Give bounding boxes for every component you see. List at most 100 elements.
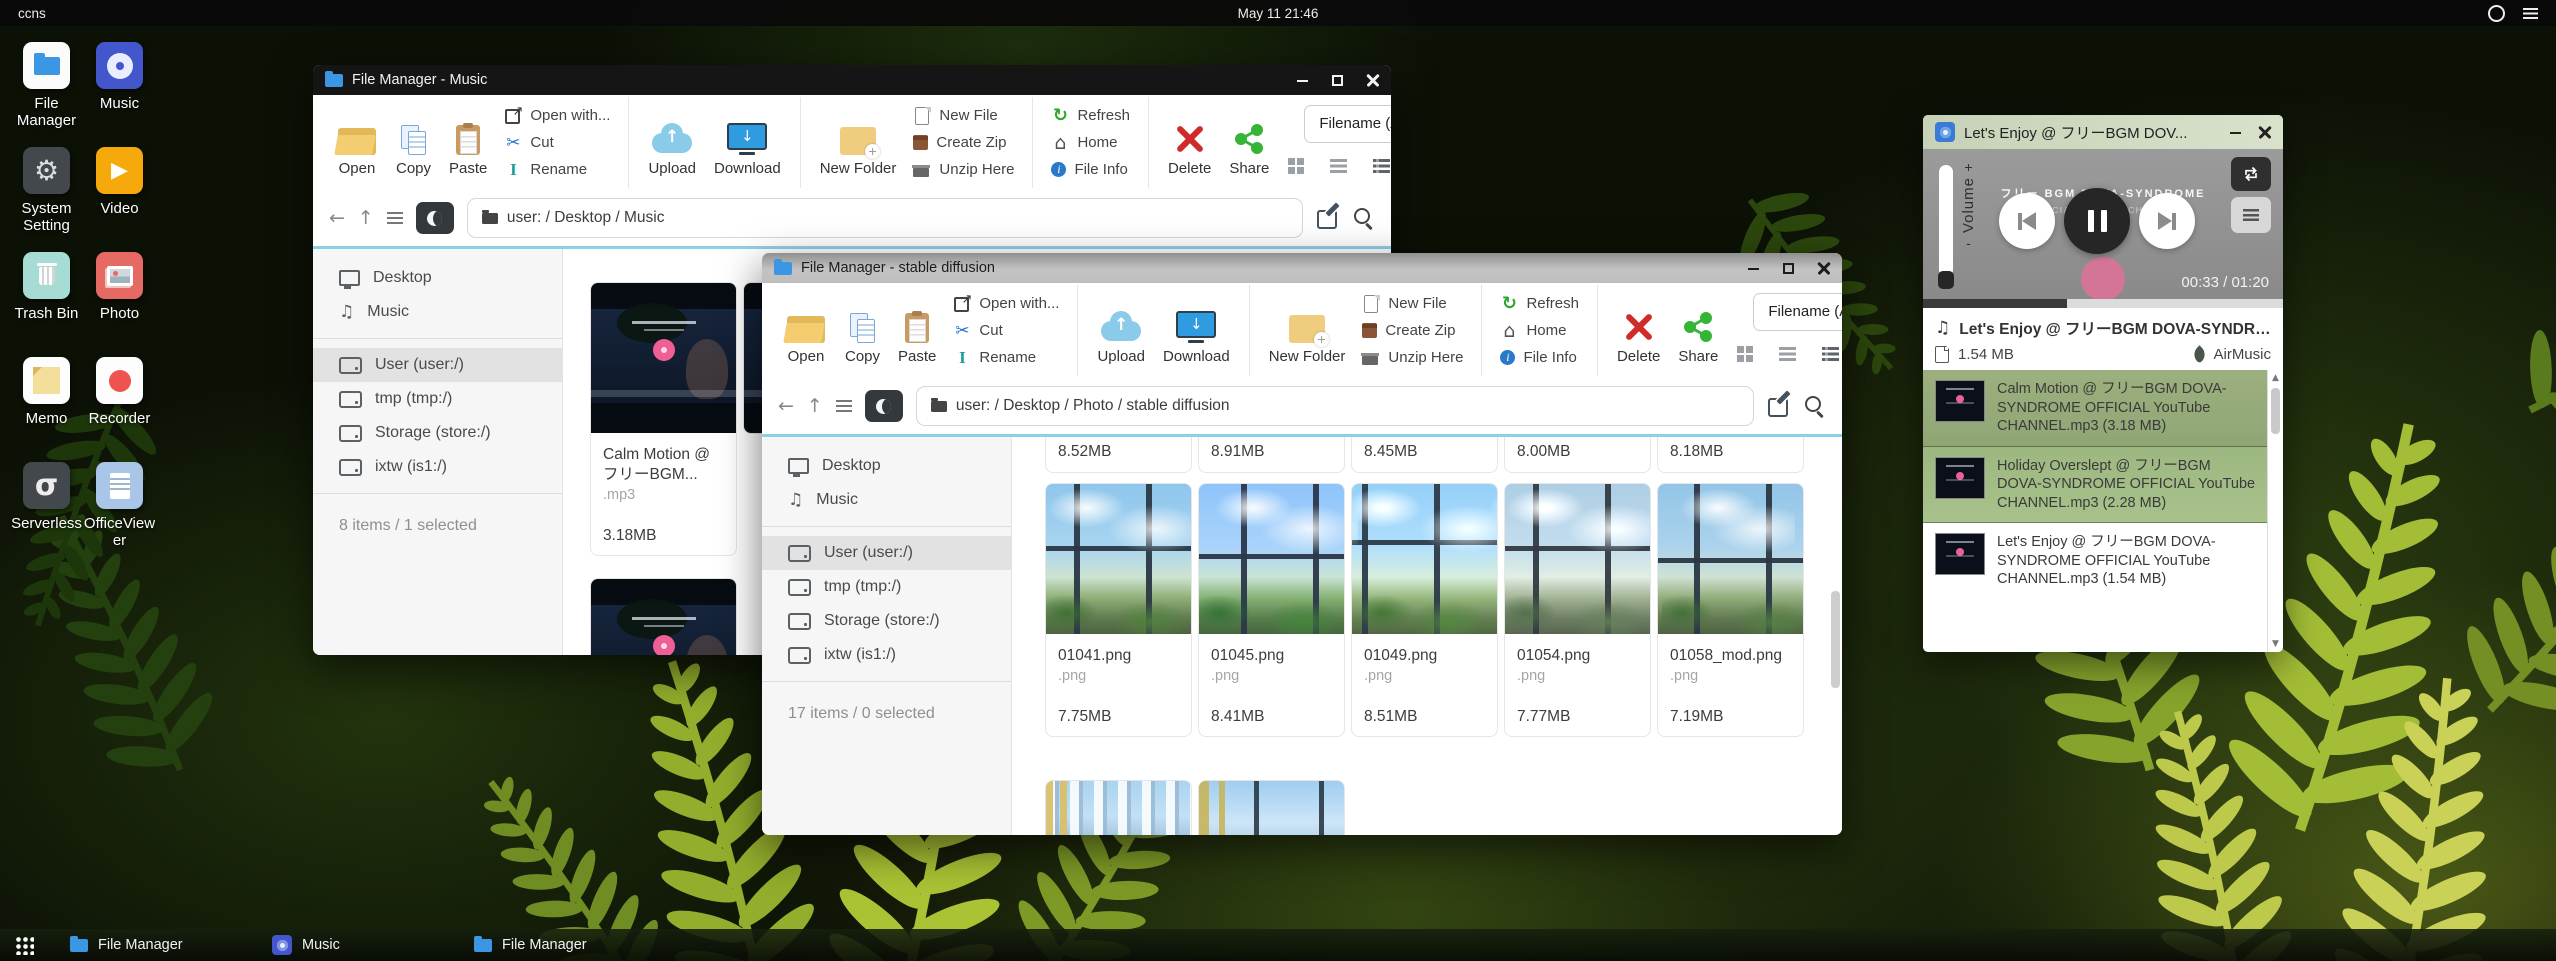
volume-slider-thumb[interactable] [1938, 271, 1954, 289]
sort-dropdown[interactable]: Filename (Asc) [1753, 293, 1842, 331]
file-card-partial[interactable]: 8.00MB [1504, 437, 1651, 473]
taskbar-item-file-manager-2[interactable]: File Manager [474, 937, 676, 953]
scrollbar[interactable] [1831, 591, 1840, 688]
volume-slider[interactable] [1939, 165, 1953, 277]
menu-icon[interactable] [387, 212, 403, 224]
desktop-icon-photo[interactable]: Photo [83, 252, 156, 357]
cut-button[interactable]: ✂Cut [953, 320, 1059, 342]
file-card-01058-mod[interactable]: 01058_mod.png .png 7.19MB [1657, 483, 1804, 737]
open-button[interactable]: Open [336, 109, 378, 177]
delete-button[interactable]: Delete [1617, 297, 1660, 365]
new-file-button[interactable]: New File [913, 105, 1014, 127]
open-with-button[interactable]: Open with... [504, 105, 610, 127]
new-file-button[interactable]: New File [1362, 293, 1463, 315]
theme-moon-button[interactable] [416, 202, 454, 234]
create-zip-button[interactable]: Create Zip [1362, 320, 1463, 342]
titlebar[interactable]: File Manager - Music [313, 65, 1391, 95]
desktop-icon-trash-bin[interactable]: Trash Bin [10, 252, 83, 357]
scrollbar[interactable]: ▲ ▼ [2267, 370, 2283, 652]
unzip-here-button[interactable]: Unzip Here [1362, 347, 1463, 369]
taskbar-item-music[interactable]: Music [272, 935, 474, 955]
new-folder-button[interactable]: New Folder [1269, 297, 1346, 365]
desktop-icon-recorder[interactable]: Recorder [83, 357, 156, 462]
view-grid-icon[interactable] [1288, 158, 1295, 165]
desktop-icon-officeviewer[interactable]: OfficeViewer [83, 462, 156, 567]
download-button[interactable]: ↓Download [1163, 297, 1230, 365]
home-button[interactable]: ⌂Home [1051, 132, 1130, 154]
playlist-item-holiday-overslept[interactable]: Holiday Overslept @ フリーBGM DOVA-SYNDROME… [1923, 447, 2268, 524]
maximize-button[interactable] [1331, 74, 1344, 87]
address-input[interactable]: user: / Desktop / Music [467, 198, 1303, 238]
scroll-down-icon[interactable]: ▼ [2268, 639, 2283, 649]
create-zip-button[interactable]: Create Zip [913, 132, 1014, 154]
scrollbar-thumb[interactable] [2271, 388, 2280, 434]
view-detail-list-icon[interactable] [1822, 347, 1839, 361]
sort-dropdown[interactable]: Filename (Asc) [1304, 105, 1391, 143]
playlist-menu-button[interactable] [2231, 197, 2271, 233]
upload-button[interactable]: ↑Upload [1097, 297, 1145, 365]
titlebar[interactable]: File Manager - stable diffusion [762, 253, 1842, 283]
titlebar[interactable]: Let's Enjoy @ フリーBGM DOV... [1923, 115, 2283, 149]
paste-button[interactable]: Paste [898, 297, 936, 365]
file-card-01045[interactable]: 01045.png .png 8.41MB [1198, 483, 1345, 737]
file-card-partial[interactable]: 8.18MB [1657, 437, 1804, 473]
search-icon[interactable] [1804, 395, 1826, 417]
up-arrow-icon[interactable]: ↑ [807, 395, 823, 417]
playlist-item-lets-enjoy[interactable]: Let's Enjoy @ フリーBGM DOVA-SYNDROME OFFIC… [1923, 523, 2268, 599]
file-card[interactable] [590, 578, 737, 655]
sidebar-item-ixtw-drive[interactable]: ixtw (is1:/) [313, 450, 562, 484]
desktop-icon-system-setting[interactable]: ⚙ System Setting [10, 147, 83, 252]
sidebar-item-ixtw-drive[interactable]: ixtw (is1:/) [762, 638, 1011, 672]
file-card-partial[interactable]: 8.91MB [1198, 437, 1345, 473]
file-card-01041[interactable]: 01041.png .png 7.75MB [1045, 483, 1192, 737]
playlist-item-calm-motion[interactable]: Calm Motion @ フリーBGM DOVA-SYNDROME OFFIC… [1923, 370, 2268, 447]
maximize-button[interactable] [1782, 262, 1795, 275]
sidebar-item-tmp-drive[interactable]: tmp (tmp:/) [313, 382, 562, 416]
desktop-icon-video[interactable]: ▶ Video [83, 147, 156, 252]
share-button[interactable]: Share [1678, 297, 1718, 365]
rename-button[interactable]: IRename [504, 159, 610, 181]
taskbar-item-file-manager-1[interactable]: File Manager [70, 937, 272, 953]
view-grid-icon[interactable] [1737, 346, 1744, 353]
previous-track-button[interactable] [1999, 193, 2055, 249]
file-card-partial[interactable] [1045, 780, 1192, 835]
theme-moon-button[interactable] [865, 390, 903, 422]
desktop-icon-memo[interactable]: Memo [10, 357, 83, 462]
unzip-here-button[interactable]: Unzip Here [913, 159, 1014, 181]
menu-icon[interactable] [836, 400, 852, 412]
search-icon[interactable] [1353, 207, 1375, 229]
sidebar-item-storage-drive[interactable]: Storage (store:/) [313, 416, 562, 450]
up-arrow-icon[interactable]: ↑ [358, 207, 374, 229]
sidebar-item-desktop[interactable]: Desktop [762, 449, 1011, 483]
home-button[interactable]: ⌂Home [1500, 320, 1579, 342]
open-with-button[interactable]: Open with... [953, 293, 1059, 315]
pause-button[interactable] [2064, 188, 2130, 254]
delete-button[interactable]: Delete [1168, 109, 1211, 177]
close-button[interactable] [2258, 126, 2271, 139]
app-launcher-grid-icon[interactable] [14, 935, 34, 955]
file-info-button[interactable]: iFile Info [1051, 159, 1130, 181]
sidebar-item-music[interactable]: ♫Music [762, 483, 1011, 517]
status-ring-icon[interactable] [2488, 5, 2505, 22]
open-button[interactable]: Open [785, 297, 827, 365]
file-card-partial[interactable] [1198, 780, 1345, 835]
file-card-partial[interactable]: 8.45MB [1351, 437, 1498, 473]
edit-path-icon[interactable] [1767, 394, 1791, 418]
file-card-partial[interactable]: 8.52MB [1045, 437, 1192, 473]
desktop-icon-file-manager[interactable]: File Manager [10, 42, 83, 147]
share-button[interactable]: Share [1229, 109, 1269, 177]
menubar-menu-icon[interactable] [2523, 8, 2538, 19]
minimize-button[interactable] [1747, 262, 1760, 275]
sidebar-item-storage-drive[interactable]: Storage (store:/) [762, 604, 1011, 638]
refresh-button[interactable]: ↻Refresh [1500, 293, 1579, 315]
sidebar-item-user-drive[interactable]: User (user:/) [762, 536, 1011, 570]
cut-button[interactable]: ✂Cut [504, 132, 610, 154]
progress-bar[interactable] [1923, 299, 2283, 308]
download-button[interactable]: ↓Download [714, 109, 781, 177]
minimize-button[interactable] [1296, 74, 1309, 87]
file-card-calm-motion[interactable]: Calm Motion @ フリーBGM... .mp3 3.18MB [590, 282, 737, 556]
view-list-icon[interactable] [1330, 159, 1347, 173]
sidebar-item-music[interactable]: ♫Music [313, 295, 562, 329]
desktop-icon-music[interactable]: Music [83, 42, 156, 147]
upload-button[interactable]: ↑Upload [648, 109, 696, 177]
